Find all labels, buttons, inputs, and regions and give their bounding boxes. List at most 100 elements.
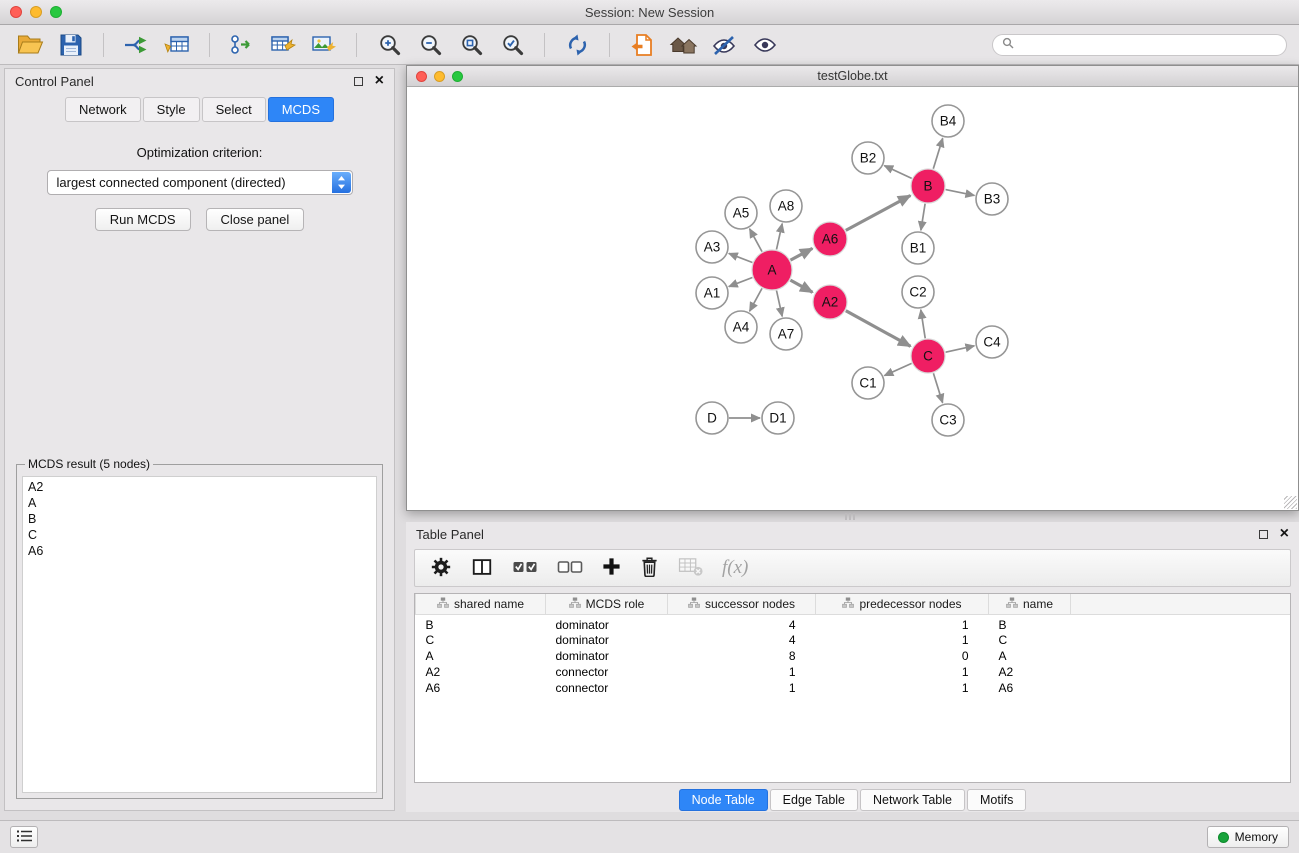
graph-node-A4[interactable]: A4 — [725, 311, 757, 343]
graph-edge-A-A4[interactable] — [750, 288, 762, 311]
open-folder-button[interactable] — [12, 29, 48, 61]
import-table-button[interactable] — [159, 29, 195, 61]
mcds-result-item[interactable]: A — [28, 495, 371, 511]
table-cell-name[interactable]: A2 — [989, 664, 1071, 680]
table-row[interactable]: A6connector11A6 — [416, 680, 1291, 696]
table-cell-name[interactable]: A — [989, 648, 1071, 664]
table-cell-successor-nodes[interactable]: 4 — [668, 632, 816, 648]
table-cell-successor-nodes[interactable]: 8 — [668, 648, 816, 664]
search-input[interactable] — [1019, 38, 1277, 52]
task-history-button[interactable] — [10, 826, 38, 848]
graph-edge-C-C3[interactable] — [933, 373, 942, 403]
tab-node-table[interactable]: Node Table — [679, 789, 768, 811]
table-cell-mcds-role[interactable]: dominator — [546, 632, 668, 648]
table-cell-mcds-role[interactable]: dominator — [546, 614, 668, 632]
hide-details-button[interactable] — [706, 29, 742, 61]
tab-select[interactable]: Select — [202, 97, 266, 122]
table-cell-successor-nodes[interactable]: 1 — [668, 680, 816, 696]
graph-edge-A-A8[interactable] — [777, 224, 783, 250]
column-header-mcds-role[interactable]: MCDS role — [546, 594, 668, 614]
graph-node-A7[interactable]: A7 — [770, 318, 802, 350]
mcds-result-list[interactable]: A2ABCA6 — [22, 476, 377, 793]
table-cell-shared-name[interactable]: A2 — [416, 664, 546, 680]
export-table-button[interactable] — [265, 29, 301, 61]
graph-node-A5[interactable]: A5 — [725, 197, 757, 229]
network-graph[interactable]: B4B2BB3A5A8A6B1A3AA1C2A2A4A7C4CC1C3DD1 — [407, 87, 1298, 510]
network-canvas[interactable]: B4B2BB3A5A8A6B1A3AA1C2A2A4A7C4CC1C3DD1 — [407, 87, 1298, 510]
column-header-name[interactable]: name — [989, 594, 1071, 614]
graph-edge-A-A5[interactable] — [750, 229, 762, 252]
minimize-window-button[interactable] — [30, 6, 42, 18]
gear-button[interactable] — [430, 553, 452, 583]
tab-mcds[interactable]: MCDS — [268, 97, 334, 122]
close-panel-button[interactable]: Close panel — [206, 208, 305, 231]
table-cell-predecessor-nodes[interactable]: 1 — [816, 680, 989, 696]
tab-edge-table[interactable]: Edge Table — [770, 789, 858, 811]
table-cell-mcds-role[interactable]: connector — [546, 664, 668, 680]
columns-button[interactable] — [471, 553, 493, 583]
graph-edge-A-A2[interactable] — [790, 280, 812, 292]
zoom-window-button[interactable] — [50, 6, 62, 18]
zoom-out-button[interactable] — [412, 29, 448, 61]
table-cell-name[interactable]: C — [989, 632, 1071, 648]
graph-node-B[interactable]: B — [911, 169, 945, 203]
function-builder-button[interactable]: f(x) — [722, 553, 748, 583]
table-cell-successor-nodes[interactable]: 1 — [668, 664, 816, 680]
delete-rows-button[interactable] — [640, 553, 659, 583]
window-resize-grip[interactable] — [1284, 496, 1297, 509]
memory-button[interactable]: Memory — [1207, 826, 1289, 848]
graph-node-A6[interactable]: A6 — [813, 222, 847, 256]
mcds-result-item[interactable]: C — [28, 527, 371, 543]
table-cell-name[interactable]: B — [989, 614, 1071, 632]
graph-node-C4[interactable]: C4 — [976, 326, 1008, 358]
network-zoom-button[interactable] — [452, 71, 463, 82]
graph-node-A[interactable]: A — [752, 250, 792, 290]
refresh-button[interactable] — [559, 29, 595, 61]
column-header-shared-name[interactable]: shared name — [416, 594, 546, 614]
tab-style[interactable]: Style — [143, 97, 200, 122]
graph-edge-C-C4[interactable] — [946, 346, 975, 352]
network-close-button[interactable] — [416, 71, 427, 82]
column-header-successor-nodes[interactable]: successor nodes — [668, 594, 816, 614]
graph-edge-B-B2[interactable] — [884, 166, 911, 179]
graph-edge-A-A7[interactable] — [777, 291, 783, 317]
graph-node-C1[interactable]: C1 — [852, 367, 884, 399]
table-row[interactable]: Bdominator41B — [416, 614, 1291, 632]
graph-node-B3[interactable]: B3 — [976, 183, 1008, 215]
export-network-button[interactable] — [224, 29, 260, 61]
zoom-in-button[interactable] — [371, 29, 407, 61]
table-cell-name[interactable]: A6 — [989, 680, 1071, 696]
table-cell-predecessor-nodes[interactable]: 0 — [816, 648, 989, 664]
mcds-result-item[interactable]: A6 — [28, 543, 371, 559]
panel-divider-handle[interactable] — [845, 513, 857, 520]
table-cell-shared-name[interactable]: A6 — [416, 680, 546, 696]
table-cell-shared-name[interactable]: C — [416, 632, 546, 648]
float-panel-icon[interactable] — [354, 77, 363, 86]
close-panel-icon[interactable]: × — [375, 75, 384, 87]
zoom-fit-button[interactable] — [494, 29, 530, 61]
export-image-button[interactable] — [306, 29, 342, 61]
optimization-dropdown[interactable]: largest connected component (directed) — [47, 170, 353, 195]
graph-edge-A2-C[interactable] — [846, 311, 911, 347]
search-box[interactable] — [992, 34, 1287, 56]
table-cell-mcds-role[interactable]: connector — [546, 680, 668, 696]
graph-edge-B-B1[interactable] — [921, 204, 925, 230]
table-cell-shared-name[interactable]: B — [416, 614, 546, 632]
table-cell-successor-nodes[interactable]: 4 — [668, 614, 816, 632]
table-cell-predecessor-nodes[interactable]: 1 — [816, 632, 989, 648]
save-session-button[interactable] — [53, 29, 89, 61]
graph-node-C2[interactable]: C2 — [902, 276, 934, 308]
graph-edge-A-A3[interactable] — [729, 253, 753, 262]
table-cell-predecessor-nodes[interactable]: 1 — [816, 664, 989, 680]
graph-edge-B-B3[interactable] — [946, 190, 975, 196]
zoom-selected-button[interactable] — [453, 29, 489, 61]
network-window-titlebar[interactable]: testGlobe.txt — [407, 66, 1298, 87]
tab-motifs[interactable]: Motifs — [967, 789, 1026, 811]
tab-network[interactable]: Network — [65, 97, 141, 122]
graph-node-B1[interactable]: B1 — [902, 232, 934, 264]
graph-node-B4[interactable]: B4 — [932, 105, 964, 137]
mcds-result-item[interactable]: B — [28, 511, 371, 527]
table-row[interactable]: Adominator80A — [416, 648, 1291, 664]
graph-node-A1[interactable]: A1 — [696, 277, 728, 309]
graph-node-A2[interactable]: A2 — [813, 285, 847, 319]
